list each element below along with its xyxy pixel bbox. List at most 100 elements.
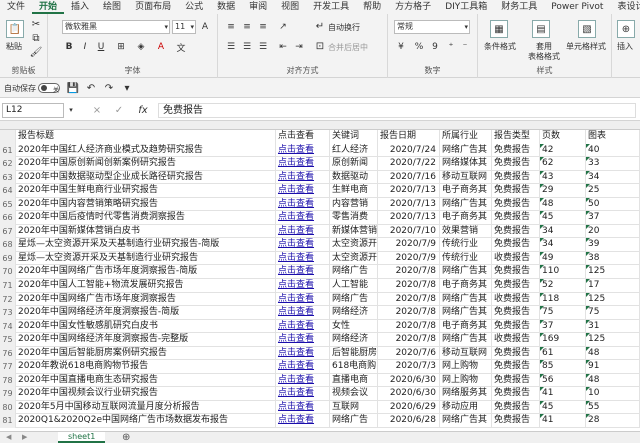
insert-cells-label[interactable]: 插入 <box>617 41 633 52</box>
cell-date[interactable]: 2020/6/28 <box>378 414 440 429</box>
view-link[interactable]: 点击查看 <box>276 333 330 347</box>
cell-title[interactable]: 2020年教说618电商购物节报告 <box>16 360 276 374</box>
comma-style-button[interactable]: 9 <box>428 40 442 54</box>
align-left-icon[interactable]: ☰ <box>224 40 238 54</box>
formula-input[interactable]: 免费报告 <box>158 103 636 118</box>
cell-charts[interactable]: 38 <box>586 251 640 266</box>
cell-keyword[interactable]: 网络广告 <box>330 414 378 429</box>
cell-type[interactable]: 免费报告 <box>492 184 540 198</box>
save-icon[interactable]: 💾 <box>66 81 80 95</box>
cell-charts[interactable]: 37 <box>586 211 640 225</box>
cell-date[interactable]: 2020/7/8 <box>378 333 440 347</box>
cell-keyword[interactable]: 后智能厨房 <box>330 346 378 361</box>
cell-charts[interactable]: 55 <box>586 400 640 415</box>
cell-keyword[interactable]: 零售消费 <box>330 211 378 225</box>
cell-charts[interactable]: 91 <box>586 360 640 374</box>
merge-center-label[interactable]: 合并后居中 <box>328 42 368 53</box>
cell-date[interactable]: 2020/7/8 <box>378 306 440 320</box>
wrap-text-label[interactable]: 自动换行 <box>328 22 360 33</box>
paste-button-label[interactable]: 粘贴 <box>6 41 22 52</box>
cell-pages[interactable]: 85 <box>540 360 586 374</box>
view-link[interactable]: 点击查看 <box>276 211 330 225</box>
cell-charts[interactable]: 10 <box>586 387 640 401</box>
align-middle-icon[interactable]: ≡ <box>240 20 254 34</box>
insert-cells-icon[interactable]: ⊕ <box>617 20 635 38</box>
format-as-table-icon[interactable]: ▤ <box>532 20 550 38</box>
conditional-format-label[interactable]: 条件格式 <box>484 41 516 52</box>
undo-icon[interactable]: ↶ <box>84 81 98 95</box>
phonetic-icon[interactable]: 文 <box>174 40 188 54</box>
cell-pages[interactable]: 43 <box>540 170 586 185</box>
cell-title[interactable]: 2020年中国网络广告市场年度洞察报告 <box>16 292 276 307</box>
insert-function-button[interactable]: fx <box>134 103 152 117</box>
cell-pages[interactable]: 34 <box>540 224 586 239</box>
cell-pages[interactable]: 45 <box>540 211 586 225</box>
bold-button[interactable]: B <box>62 40 76 54</box>
cell-industry[interactable]: 网络广告其 <box>440 143 492 158</box>
cell-keyword[interactable]: 女性 <box>330 319 378 334</box>
view-link[interactable]: 点击查看 <box>276 360 330 374</box>
cell-keyword[interactable]: 618电商购 <box>330 360 378 374</box>
cell-charts[interactable]: 20 <box>586 224 640 239</box>
cell-date[interactable]: 2020/7/8 <box>378 279 440 293</box>
cell-industry[interactable]: 移动应用 <box>440 400 492 415</box>
cell-date[interactable]: 2020/7/16 <box>378 170 440 185</box>
wrap-text-icon[interactable]: ↵ <box>314 20 326 32</box>
cell-pages[interactable]: 48 <box>540 197 586 212</box>
cell-keyword[interactable]: 新媒体营销 <box>330 224 378 239</box>
cell-charts[interactable]: 39 <box>586 238 640 252</box>
cell-title[interactable]: 星烁—太空资源开采及天基制造行业研究报告 <box>16 251 276 266</box>
cell-date[interactable]: 2020/7/13 <box>378 197 440 212</box>
cell-pages[interactable]: 34 <box>540 238 586 252</box>
cell-type[interactable]: 免费报告 <box>492 224 540 239</box>
next-sheet-icon[interactable]: ▶ <box>22 432 27 443</box>
format-painter-icon[interactable]: 🖌 <box>30 46 43 58</box>
view-link[interactable]: 点击查看 <box>276 197 330 212</box>
view-link[interactable]: 点击查看 <box>276 143 330 158</box>
cell-industry[interactable]: 效果营销 <box>440 224 492 239</box>
number-format-select[interactable]: 常规 ▾ <box>394 20 470 34</box>
italic-button[interactable]: I <box>78 40 92 54</box>
ribbon-tab[interactable]: 视图 <box>274 0 306 14</box>
cell-charts[interactable]: 50 <box>586 197 640 212</box>
cell-keyword[interactable]: 内容营销 <box>330 197 378 212</box>
cell-pages[interactable]: 41 <box>540 387 586 401</box>
cell-type[interactable]: 免费报告 <box>492 306 540 320</box>
view-link[interactable]: 点击查看 <box>276 157 330 171</box>
cell-title[interactable]: 2020年中国人工智能+物流发展研究报告 <box>16 279 276 293</box>
cell-title[interactable]: 2020年中国原创新闻创新案例研究报告 <box>16 157 276 171</box>
cell-keyword[interactable]: 网络广告 <box>330 292 378 307</box>
view-link[interactable]: 点击查看 <box>276 265 330 280</box>
cell-pages[interactable]: 49 <box>540 251 586 266</box>
cell-type[interactable]: 收费报告 <box>492 292 540 307</box>
cell-keyword[interactable]: 太空资源开 <box>330 251 378 266</box>
decrease-decimal-icon[interactable]: ⁻ <box>458 40 472 54</box>
cell-type[interactable]: 免费报告 <box>492 346 540 361</box>
cell-type[interactable]: 免费报告 <box>492 170 540 185</box>
cell-type[interactable]: 免费报告 <box>492 373 540 388</box>
align-bottom-icon[interactable]: ≡ <box>256 20 270 34</box>
cell-charts[interactable]: 48 <box>586 346 640 361</box>
view-link[interactable]: 点击查看 <box>276 306 330 320</box>
cell-charts[interactable]: 48 <box>586 373 640 388</box>
cell-charts[interactable]: 40 <box>586 143 640 158</box>
cell-keyword[interactable]: 直播电商 <box>330 373 378 388</box>
cell-keyword[interactable]: 网络经济 <box>330 306 378 320</box>
increase-font-icon[interactable]: A <box>198 20 212 34</box>
cell-type[interactable]: 免费报告 <box>492 238 540 252</box>
cell-type[interactable]: 免费报告 <box>492 319 540 334</box>
align-center-icon[interactable]: ☰ <box>240 40 254 54</box>
ribbon-tab[interactable]: 页面布局 <box>128 0 178 14</box>
align-top-icon[interactable]: ≡ <box>224 20 238 34</box>
view-link[interactable]: 点击查看 <box>276 319 330 334</box>
cell-industry[interactable]: 传统行业 <box>440 251 492 266</box>
percent-button[interactable]: % <box>412 40 426 54</box>
format-as-table-label-2[interactable]: 表格格式 <box>528 51 560 62</box>
view-link[interactable]: 点击查看 <box>276 346 330 361</box>
font-size-select[interactable]: 11 ▾ <box>172 20 196 34</box>
border-icon[interactable]: ⊞ <box>114 40 128 54</box>
cell-title[interactable]: 2020年中国网络经济年度洞察报告-简版 <box>16 306 276 320</box>
view-link[interactable]: 点击查看 <box>276 184 330 198</box>
cell-charts[interactable]: 17 <box>586 279 640 293</box>
cell-industry[interactable]: 电子商务其 <box>440 319 492 334</box>
